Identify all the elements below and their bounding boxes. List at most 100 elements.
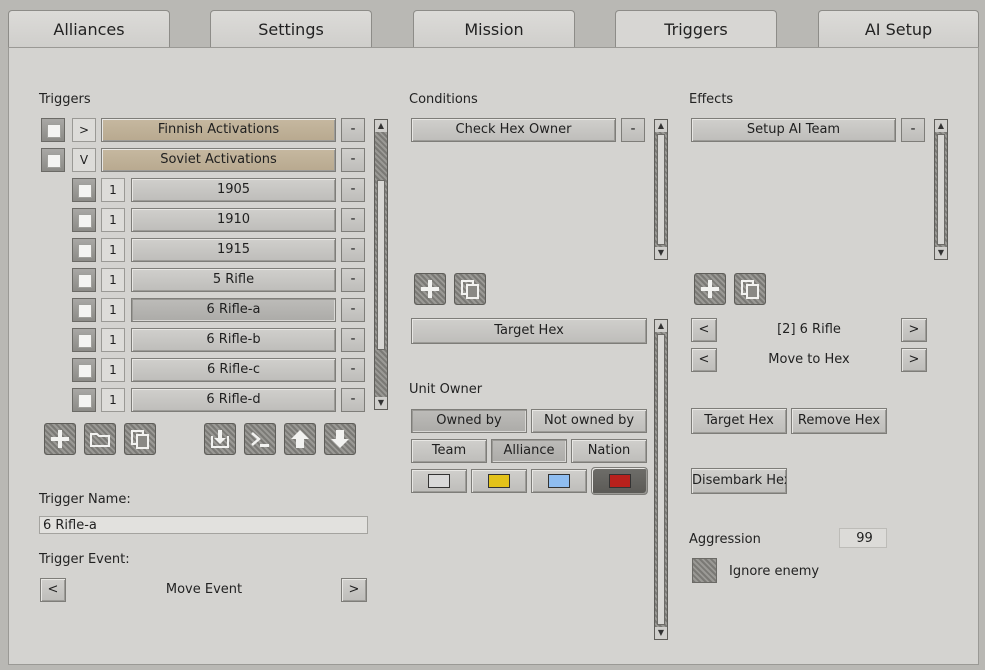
add-condition-button[interactable] — [414, 273, 446, 305]
console-button[interactable] — [244, 423, 276, 455]
remove-button[interactable]: - — [341, 358, 365, 382]
scroll-thumb[interactable] — [657, 134, 665, 245]
remove-button[interactable]: - — [341, 208, 365, 232]
color-option-red[interactable] — [591, 467, 648, 495]
condition-item-check-hex-owner[interactable]: Check Hex Owner — [411, 118, 616, 142]
scroll-up-icon[interactable]: ▲ — [655, 320, 667, 332]
unit-next-button[interactable]: > — [901, 318, 927, 342]
scroll-thumb[interactable] — [657, 334, 665, 625]
add-trigger-button[interactable] — [44, 423, 76, 455]
trigger-checkbox[interactable] — [72, 208, 96, 232]
copy-condition-button[interactable] — [454, 273, 486, 305]
action-prev-button[interactable]: < — [691, 348, 717, 372]
ignore-enemy-label: Ignore enemy — [729, 564, 820, 579]
scroll-up-icon[interactable]: ▲ — [655, 120, 667, 132]
trigger-group-soviet[interactable]: Soviet Activations — [101, 148, 336, 172]
event-next-button[interactable]: > — [341, 578, 367, 602]
triggers-heading: Triggers — [39, 92, 91, 107]
scroll-down-icon[interactable]: ▼ — [655, 627, 667, 639]
unit-prev-button[interactable]: < — [691, 318, 717, 342]
nation-toggle[interactable]: Nation — [571, 439, 647, 463]
copy-effect-button[interactable] — [734, 273, 766, 305]
remove-button[interactable]: - — [341, 178, 365, 202]
trigger-count: 1 — [101, 388, 125, 412]
trigger-item-6-rifle-b[interactable]: 6 Rifle-b — [131, 328, 336, 352]
scroll-up-icon[interactable]: ▲ — [375, 120, 387, 132]
color-swatch — [488, 474, 510, 488]
tab-settings[interactable]: Settings — [210, 10, 372, 48]
trigger-item-6-rifle-a[interactable]: 6 Rifle-a — [131, 298, 336, 322]
add-folder-button[interactable] — [84, 423, 116, 455]
scroll-thumb[interactable] — [937, 134, 945, 245]
ignore-enemy-checkbox[interactable] — [692, 558, 717, 583]
triggers-scrollbar[interactable]: ▲ ▼ — [374, 119, 388, 410]
remove-button[interactable]: - — [341, 118, 365, 142]
trigger-item-1910[interactable]: 1910 — [131, 208, 336, 232]
trigger-checkbox[interactable] — [72, 298, 96, 322]
conditions-scrollbar[interactable]: ▲ ▼ — [654, 119, 668, 260]
trigger-checkbox[interactable] — [72, 358, 96, 382]
tab-ai-setup[interactable]: AI Setup — [818, 10, 979, 48]
color-option-yellow[interactable] — [471, 469, 527, 493]
trigger-group-checkbox[interactable] — [41, 118, 65, 142]
scroll-thumb[interactable] — [377, 180, 385, 350]
tab-alliances[interactable]: Alliances — [8, 10, 170, 48]
scroll-down-icon[interactable]: ▼ — [375, 397, 387, 409]
remove-button[interactable]: - — [341, 388, 365, 412]
effect-action-value: Move to Hex — [768, 352, 850, 367]
trigger-checkbox[interactable] — [72, 178, 96, 202]
tab-mission[interactable]: Mission — [413, 10, 575, 48]
remove-button[interactable]: - — [341, 298, 365, 322]
remove-button[interactable]: - — [341, 238, 365, 262]
condition-params-scrollbar[interactable]: ▲ ▼ — [654, 319, 668, 640]
remove-hex-button[interactable]: Remove Hex — [791, 408, 887, 434]
expand-toggle[interactable]: V — [72, 148, 96, 172]
not-owned-by-toggle[interactable]: Not owned by — [531, 409, 647, 433]
copy-trigger-button[interactable] — [124, 423, 156, 455]
add-effect-button[interactable] — [694, 273, 726, 305]
trigger-count: 1 — [101, 208, 125, 232]
trigger-checkbox[interactable] — [72, 388, 96, 412]
scroll-up-icon[interactable]: ▲ — [935, 120, 947, 132]
remove-button[interactable]: - — [341, 268, 365, 292]
trigger-item-1915[interactable]: 1915 — [131, 238, 336, 262]
move-up-button[interactable] — [284, 423, 316, 455]
remove-button[interactable]: - — [341, 328, 365, 352]
move-down-button[interactable] — [324, 423, 356, 455]
import-icon — [211, 430, 229, 448]
effect-unit-value: [2] 6 Rifle — [777, 322, 841, 337]
trigger-name-input[interactable]: 6 Rifle-a — [39, 516, 368, 534]
alliance-toggle[interactable]: Alliance — [491, 439, 567, 463]
action-next-button[interactable]: > — [901, 348, 927, 372]
aggression-input[interactable]: 99 — [839, 528, 887, 548]
trigger-checkbox[interactable] — [72, 328, 96, 352]
remove-button[interactable]: - — [901, 118, 925, 142]
trigger-checkbox[interactable] — [72, 268, 96, 292]
effect-item-setup-ai-team[interactable]: Setup AI Team — [691, 118, 896, 142]
effect-target-hex-button[interactable]: Target Hex — [691, 408, 787, 434]
disembark-hex-button[interactable]: Disembark Hex — [691, 468, 787, 494]
condition-target-hex-button[interactable]: Target Hex — [411, 318, 647, 344]
remove-button[interactable]: - — [621, 118, 645, 142]
scroll-down-icon[interactable]: ▼ — [935, 247, 947, 259]
trigger-checkbox[interactable] — [72, 238, 96, 262]
scroll-down-icon[interactable]: ▼ — [655, 247, 667, 259]
tab-triggers[interactable]: Triggers — [615, 10, 777, 50]
event-prev-button[interactable]: < — [40, 578, 66, 602]
owned-by-toggle[interactable]: Owned by — [411, 409, 527, 433]
color-swatch — [609, 474, 631, 488]
trigger-item-6-rifle-c[interactable]: 6 Rifle-c — [131, 358, 336, 382]
team-toggle[interactable]: Team — [411, 439, 487, 463]
copy-icon — [741, 280, 759, 299]
color-option-grey[interactable] — [411, 469, 467, 493]
trigger-group-checkbox[interactable] — [41, 148, 65, 172]
trigger-item-6-rifle-d[interactable]: 6 Rifle-d — [131, 388, 336, 412]
trigger-item-5-rifle[interactable]: 5 Rifle — [131, 268, 336, 292]
trigger-group-finnish[interactable]: Finnish Activations — [101, 118, 336, 142]
color-option-blue[interactable] — [531, 469, 587, 493]
import-button[interactable] — [204, 423, 236, 455]
expand-toggle[interactable]: > — [72, 118, 96, 142]
trigger-item-1905[interactable]: 1905 — [131, 178, 336, 202]
remove-button[interactable]: - — [341, 148, 365, 172]
effects-scrollbar[interactable]: ▲ ▼ — [934, 119, 948, 260]
